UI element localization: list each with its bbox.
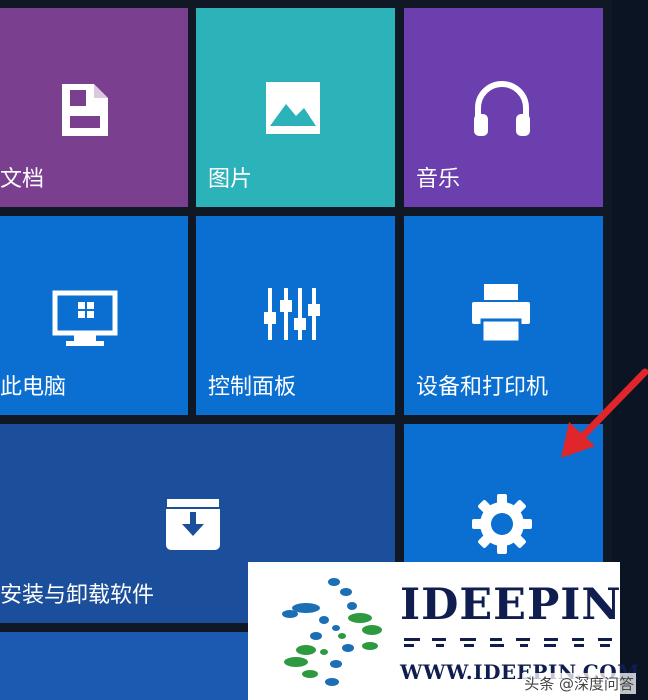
computer-icon <box>52 290 118 346</box>
printer-icon <box>472 284 530 344</box>
source-attribution: 头条 @深度问答 <box>522 673 636 694</box>
picture-icon <box>266 82 320 134</box>
watermark-divider <box>404 638 612 647</box>
tile-label: 此电脑 <box>0 375 67 400</box>
tile-partial[interactable] <box>0 632 250 700</box>
watermark-brand: IDEEPIN <box>400 580 622 630</box>
tile-label: 控制面板 <box>208 375 297 400</box>
tile-label: 音乐 <box>416 167 461 192</box>
install-box-icon <box>165 497 221 550</box>
tile-label: 文档 <box>0 167 45 192</box>
red-arrow-pointer <box>561 368 648 458</box>
tile-documents[interactable]: 文档 <box>0 8 188 207</box>
gear-icon <box>472 494 532 554</box>
tile-this-pc[interactable]: 此电脑 <box>0 216 188 415</box>
tile-label: 安装与卸载软件 <box>0 583 155 608</box>
tile-music[interactable]: 音乐 <box>404 8 603 207</box>
document-icon <box>62 84 108 136</box>
headphones-icon <box>474 81 530 136</box>
tile-control-panel[interactable]: 控制面板 <box>196 216 395 415</box>
tile-label: 图片 <box>208 167 253 192</box>
ideepin-logo-icon <box>282 578 382 686</box>
tile-label: 设备和打印机 <box>416 375 549 400</box>
tile-pictures[interactable]: 图片 <box>196 8 395 207</box>
sliders-icon <box>264 288 320 340</box>
